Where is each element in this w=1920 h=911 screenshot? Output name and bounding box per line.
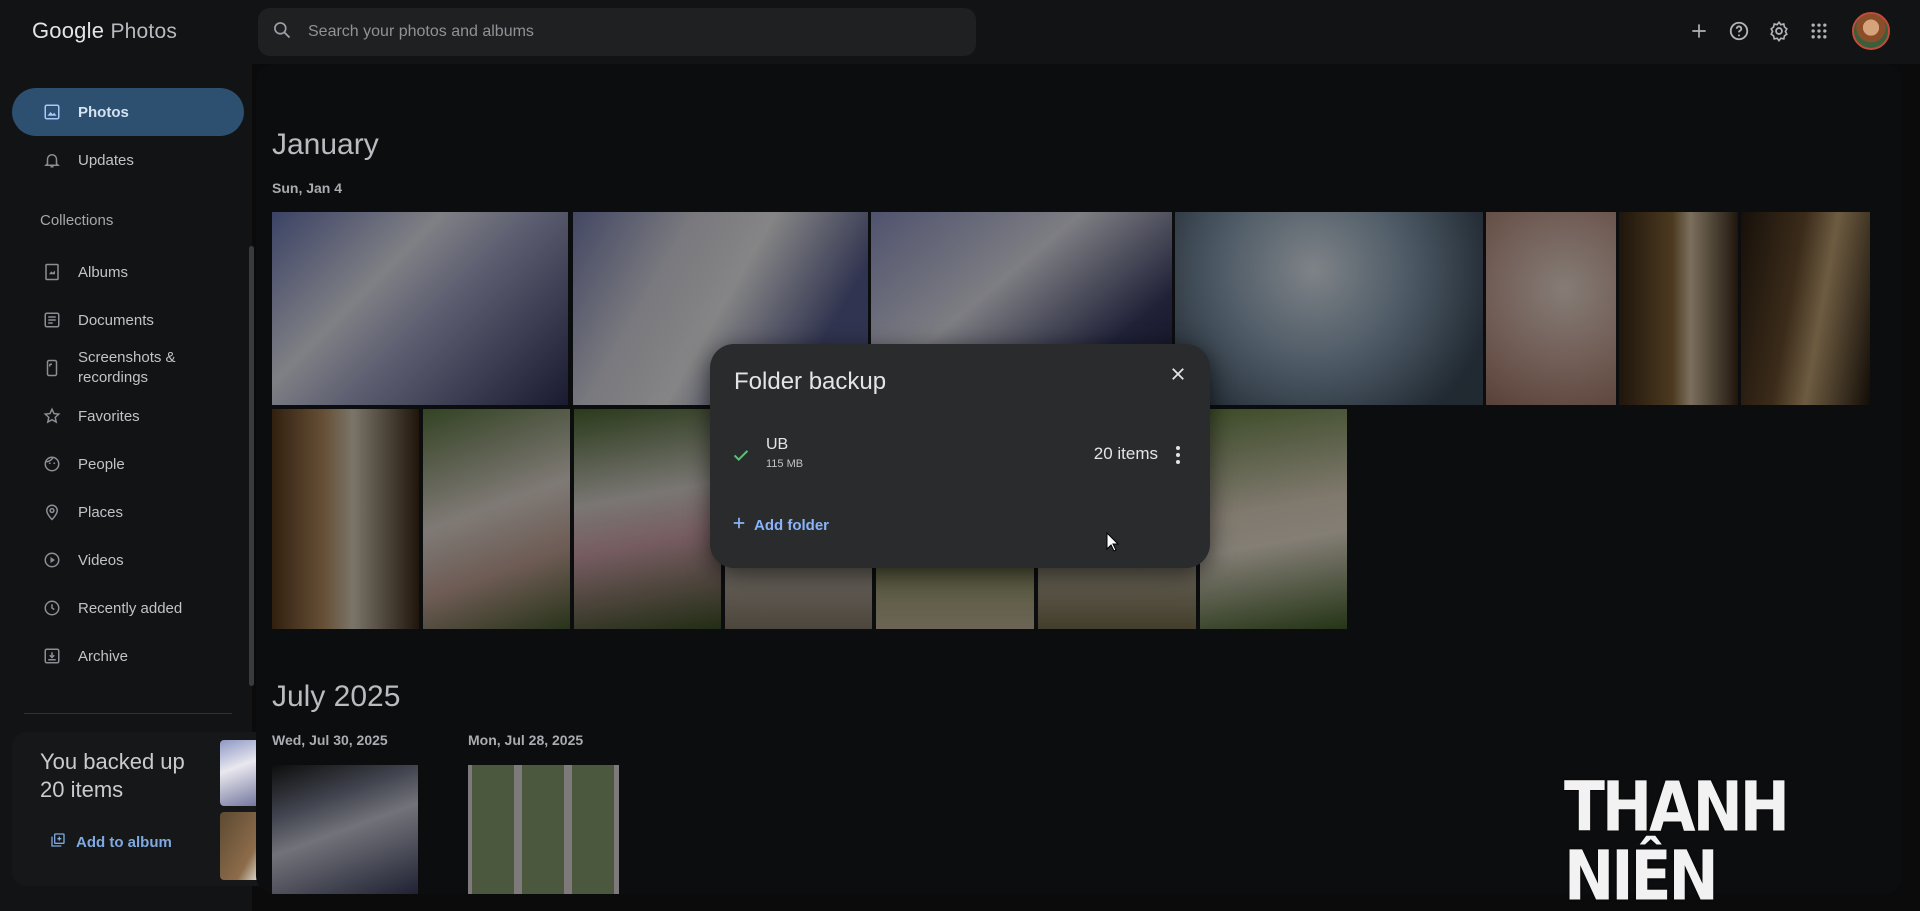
sidebar-item-archive[interactable]: Archive (12, 632, 244, 680)
sidebar-divider (24, 713, 232, 714)
help-icon[interactable] (1726, 18, 1752, 44)
star-icon (42, 406, 62, 426)
collections-heading: Collections (40, 212, 114, 229)
more-vert-icon[interactable] (1166, 442, 1190, 468)
search-input[interactable] (308, 23, 928, 41)
day-label: Mon, Jul 28, 2025 (468, 732, 584, 748)
folder-name: UB (766, 436, 789, 453)
clock-icon (42, 598, 62, 618)
sidebar-item-favorites[interactable]: Favorites (12, 392, 244, 440)
sidebar-scrollbar[interactable] (249, 246, 254, 686)
close-icon[interactable] (1164, 360, 1192, 388)
screenshot-icon (42, 358, 62, 378)
settings-icon[interactable] (1766, 18, 1792, 44)
photo-thumbnail[interactable] (574, 409, 721, 629)
search-bar[interactable] (258, 8, 976, 56)
month-heading: July 2025 (272, 680, 401, 713)
add-folder-button[interactable]: Add folder (732, 516, 829, 534)
sidebar-item-people[interactable]: People (12, 440, 244, 488)
photo-thumbnail[interactable] (272, 765, 418, 894)
document-icon (42, 310, 62, 330)
dialog-title: Folder backup (734, 368, 887, 395)
search-icon[interactable] (272, 20, 292, 45)
photo-icon (42, 102, 62, 122)
folder-size: 115 MB (766, 458, 804, 470)
month-heading: January (272, 128, 379, 161)
check-icon (730, 444, 752, 471)
photo-thumbnail[interactable] (272, 212, 568, 405)
watermark-logo: THANH NIÊN (1564, 767, 1790, 911)
photo-thumbnail[interactable] (1741, 212, 1870, 405)
folder-backup-dialog: Folder backup UB 115 MB 20 items Add fol… (710, 344, 1210, 568)
add-to-album-icon (50, 832, 66, 852)
day-label: Sun, Jan 4 (272, 180, 343, 196)
top-bar: Google Photos (0, 0, 1920, 64)
photo-thumbnail[interactable] (423, 409, 570, 629)
sidebar-item-recently-added[interactable]: Recently added (12, 584, 244, 632)
folder-item-count: 20 items (1093, 444, 1158, 463)
photo-thumbnail[interactable] (272, 409, 419, 629)
photo-thumbnail[interactable] (1619, 212, 1738, 405)
sidebar-item-videos[interactable]: Videos (12, 536, 244, 584)
add-to-album-button[interactable]: Add to album (50, 832, 172, 852)
photo-thumbnail[interactable] (1486, 212, 1616, 405)
toast-title: You backed up 20 items (40, 749, 185, 802)
photo-thumbnail[interactable] (1175, 212, 1483, 405)
sidebar-item-albums[interactable]: Albums (12, 248, 244, 296)
archive-icon (42, 646, 62, 666)
plus-icon (732, 516, 746, 534)
mouse-cursor-icon (1106, 531, 1120, 557)
sidebar-item-screenshots[interactable]: Screenshots & recordings (12, 343, 244, 393)
face-icon (42, 454, 62, 474)
album-icon (42, 262, 62, 282)
add-icon[interactable] (1686, 18, 1712, 44)
play-icon (42, 550, 62, 570)
apps-icon[interactable] (1806, 18, 1832, 44)
sidebar-item-updates[interactable]: Updates (12, 136, 244, 184)
avatar[interactable] (1852, 12, 1890, 50)
bell-icon (42, 150, 62, 170)
sidebar-item-places[interactable]: Places (12, 488, 244, 536)
photo-thumbnail[interactable] (468, 765, 619, 894)
day-label: Wed, Jul 30, 2025 (272, 732, 388, 748)
google-photos-logo[interactable]: Google Photos (32, 18, 177, 44)
sidebar-item-photos[interactable]: Photos (12, 88, 244, 136)
photo-thumbnail[interactable] (1200, 409, 1347, 629)
pin-icon (42, 502, 62, 522)
sidebar-item-documents[interactable]: Documents (12, 296, 244, 344)
folder-row[interactable]: UB 115 MB 20 items (710, 436, 1210, 476)
